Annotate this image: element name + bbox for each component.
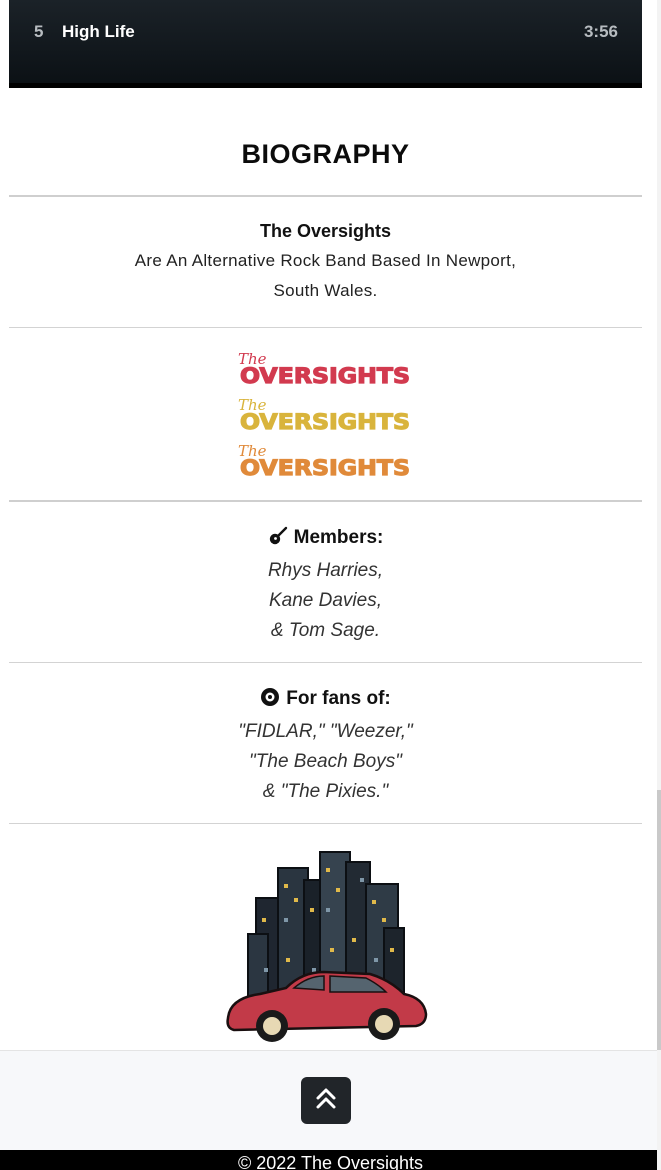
divider	[9, 662, 642, 663]
band-logo-red: The OVERSIGHTS	[238, 350, 411, 388]
double-chevron-up-icon	[315, 1086, 337, 1115]
track-card: 5 High Life 3:56	[9, 0, 642, 88]
band-logo-orange: The OVERSIGHTS	[238, 442, 411, 480]
description-line: Are An Alternative Rock Band Based In Ne…	[134, 251, 517, 270]
back-to-top-button[interactable]	[301, 1077, 351, 1124]
svg-text:OVERSIGHTS: OVERSIGHTS	[240, 364, 410, 388]
band-logo-yellow: The OVERSIGHTS	[238, 396, 411, 434]
city-car-illustration	[226, 851, 428, 1042]
scrollbar-thumb[interactable]	[657, 790, 661, 1050]
guitar-icon	[268, 526, 288, 556]
track-row[interactable]: 5 High Life 3:56	[9, 0, 642, 64]
track-duration: 3:56	[583, 22, 618, 41]
band-name: The Oversights	[259, 221, 392, 241]
logo-stack: The OVERSIGHTS The OVERSIGHTS The OVERSI…	[9, 348, 642, 480]
fans-of-line: "FIDLAR," "Weezer,"	[238, 721, 413, 742]
member-name: Kane Davies,	[268, 590, 382, 611]
fans-of-line: "The Beach Boys"	[249, 751, 402, 772]
divider	[9, 195, 642, 197]
members-section: Members: Rhys Harries, Kane Davies, & To…	[9, 523, 642, 646]
fans-of-section: For fans of: "FIDLAR," "Weezer," "The Be…	[9, 684, 642, 807]
svg-text:OVERSIGHTS: OVERSIGHTS	[240, 410, 410, 434]
track-title: High Life	[62, 22, 135, 41]
members-heading: Members:	[293, 527, 384, 548]
biography-heading: BIOGRAPHY	[241, 139, 410, 169]
fans-of-heading: For fans of:	[286, 688, 391, 709]
vinyl-record-icon	[260, 687, 280, 717]
band-description: The Oversights Are An Alternative Rock B…	[9, 216, 642, 306]
divider	[9, 823, 642, 824]
description-line: South Wales.	[273, 281, 378, 300]
copyright: © 2022 The Oversights	[0, 1150, 661, 1170]
svg-text:OVERSIGHTS: OVERSIGHTS	[240, 456, 410, 480]
track-number: 5	[34, 22, 44, 41]
fans-of-line: & "The Pixies."	[262, 781, 389, 802]
divider	[9, 500, 642, 502]
divider	[9, 327, 642, 328]
member-name: & Tom Sage.	[270, 620, 381, 641]
member-name: Rhys Harries,	[267, 560, 384, 581]
